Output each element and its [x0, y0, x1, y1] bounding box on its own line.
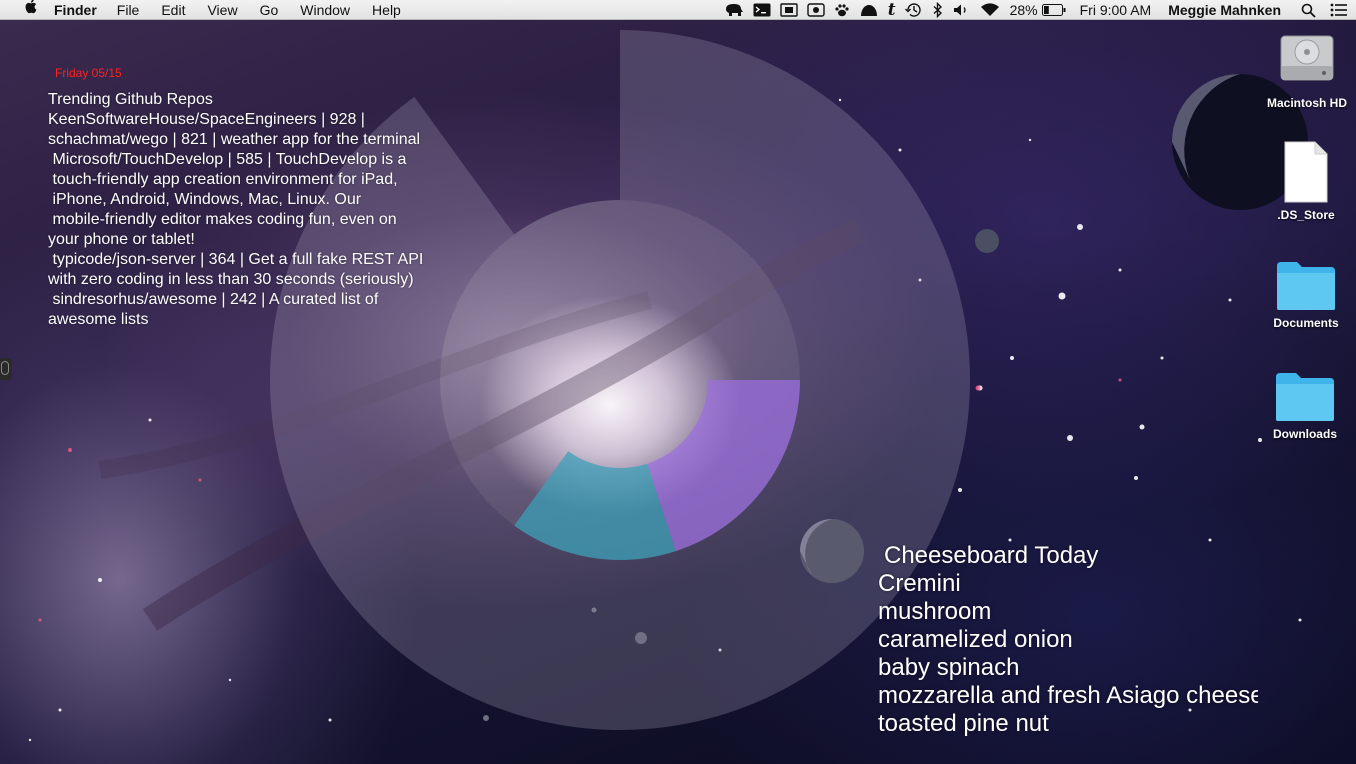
desktop-icon-ds-store[interactable]: .DS_Store: [1258, 140, 1354, 222]
menu-clock[interactable]: Fri 9:00 AM: [1080, 2, 1152, 18]
wifi-icon[interactable]: [980, 0, 1000, 20]
github-trending-widget: Trending Github Repos KeenSoftwareHouse/…: [48, 90, 478, 330]
date-widget: Friday 05/15: [55, 66, 122, 80]
window-edge-handle[interactable]: [0, 358, 12, 380]
app-menu-finder[interactable]: Finder: [54, 2, 97, 18]
github-repo-entry: KeenSoftwareHouse/SpaceEngineers | 928 |: [48, 111, 365, 128]
menu-window[interactable]: Window: [300, 2, 350, 18]
terminal-icon[interactable]: [753, 0, 771, 20]
evernote-elephant-icon[interactable]: [724, 0, 744, 20]
cheeseboard-item: baby spinach: [878, 654, 1020, 681]
cheeseboard-widget: Cheeseboard Today Cremini mushroom caram…: [878, 542, 1258, 738]
battery-icon[interactable]: [1041, 0, 1066, 20]
paw-icon[interactable]: [834, 0, 850, 20]
github-repo-entry: schachmat/wego | 821 | weather app for t…: [48, 131, 421, 148]
desktop-icon-downloads[interactable]: Downloads: [1257, 369, 1353, 441]
github-repo-entry: typicode/json-server | 364 | Get a full …: [48, 251, 424, 288]
cloud-hat-icon[interactable]: [859, 0, 879, 20]
cheeseboard-item: Cremini: [878, 570, 961, 597]
menu-edit[interactable]: Edit: [161, 2, 185, 18]
folder-icon: [1277, 262, 1335, 310]
desktop-icon-label: Macintosh HD: [1266, 96, 1347, 110]
current-user-menu[interactable]: Meggie Mahnken: [1168, 2, 1281, 18]
cheeseboard-item: mozzarella and fresh Asiago cheese: [878, 682, 1258, 709]
menu-file[interactable]: File: [117, 2, 140, 18]
spotlight-search-icon[interactable]: [1301, 0, 1316, 20]
screen-mirror-icon[interactable]: [780, 0, 798, 20]
github-repo-entry: Microsoft/TouchDevelop | 585 | TouchDeve…: [48, 151, 407, 248]
volume-icon[interactable]: [953, 0, 971, 20]
desktop-icon-macintosh-hd[interactable]: Macintosh HD: [1259, 26, 1355, 110]
github-repo-entry: sindresorhus/awesome | 242 | A curated l…: [48, 291, 379, 328]
menu-help[interactable]: Help: [372, 2, 401, 18]
menu-view[interactable]: View: [207, 2, 237, 18]
record-icon[interactable]: [807, 0, 825, 20]
hard-drive-icon: [1280, 35, 1334, 81]
desktop-icon-label: .DS_Store: [1277, 208, 1335, 222]
folder-icon: [1276, 373, 1334, 421]
notification-center-icon[interactable]: [1330, 0, 1348, 20]
tumblr-icon[interactable]: t: [888, 0, 896, 20]
bluetooth-icon[interactable]: [932, 0, 944, 20]
desktop-icon-label: Documents: [1273, 316, 1339, 330]
menu-go[interactable]: Go: [260, 2, 279, 18]
desktop-icon-label: Downloads: [1272, 427, 1337, 441]
cheeseboard-title: Cheeseboard Today: [884, 542, 1099, 569]
cheeseboard-item: toasted pine nut: [878, 710, 1049, 737]
desktop-icon-documents[interactable]: Documents: [1258, 258, 1354, 330]
battery-percent[interactable]: 28%: [1010, 2, 1038, 18]
document-icon: [1284, 141, 1328, 203]
menu-bar: Finder File Edit View Go Window Help t 2…: [0, 0, 1356, 20]
github-widget-title: Trending Github Repos: [48, 91, 213, 108]
cheeseboard-item: caramelized onion: [878, 626, 1073, 653]
time-machine-icon[interactable]: [904, 0, 923, 20]
cheeseboard-item: mushroom: [878, 598, 992, 625]
apple-menu-icon[interactable]: [20, 0, 40, 20]
